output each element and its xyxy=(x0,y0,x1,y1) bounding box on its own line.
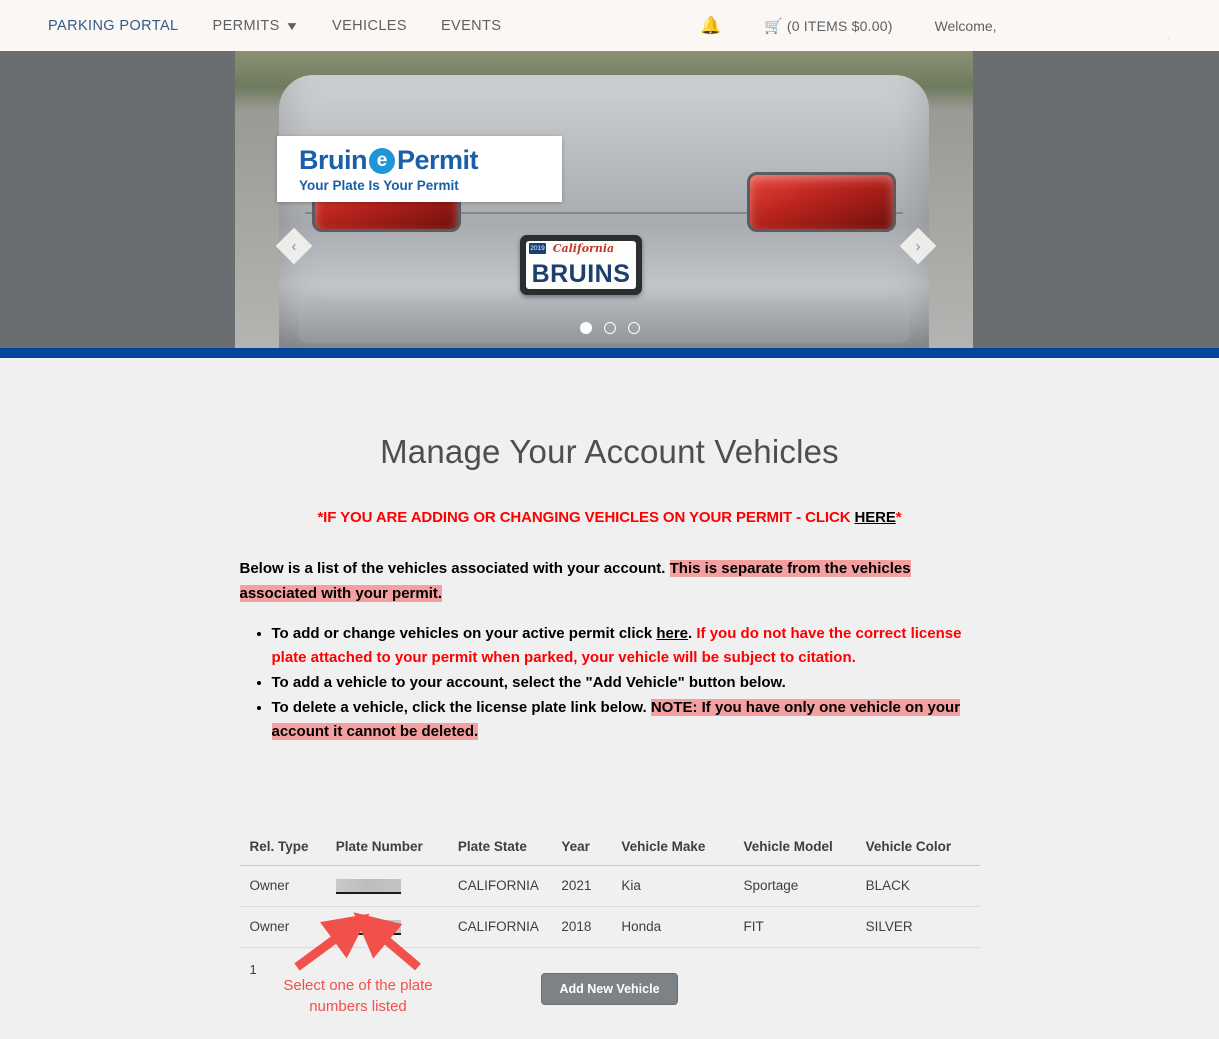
license-plate: 2019 California BRUINS xyxy=(520,235,642,295)
carousel-dot-1[interactable] xyxy=(579,322,592,334)
carousel-dots xyxy=(0,322,1219,334)
cell-vehicle-make: Honda xyxy=(621,906,744,948)
cell-vehicle-model: Sportage xyxy=(743,865,866,907)
main-content: Manage Your Account Vehicles *IF YOU ARE… xyxy=(0,358,1219,977)
chevron-down-icon: ▼ xyxy=(284,18,300,33)
logo-wordmark: Bruin e Permit xyxy=(299,145,562,176)
taillight-right-icon xyxy=(746,171,897,232)
intro-plain-text: Below is a list of the vehicles associat… xyxy=(239,560,670,577)
table-row: Owner CALIFORNIA 2021 Kia Sportage BLACK xyxy=(239,865,980,907)
cell-rel-type: Owner xyxy=(239,865,336,907)
content-column: Manage Your Account Vehicles *IF YOU ARE… xyxy=(239,358,980,977)
list-item: To add or change vehicles on your active… xyxy=(272,622,980,670)
chevron-right-icon: › xyxy=(915,237,921,255)
nav-item-parking-portal[interactable]: PARKING PORTAL xyxy=(48,18,179,34)
car-graphic xyxy=(279,74,929,348)
cart-summary: (0 ITEMS $0.00) xyxy=(786,17,893,34)
list-item: To add a vehicle to your account, select… xyxy=(272,671,980,695)
cell-plate-number[interactable] xyxy=(335,906,458,948)
cell-plate-state: CALIFORNIA xyxy=(457,865,562,907)
nav-item-events[interactable]: EVENTS xyxy=(441,18,501,34)
column-header-vehicle-make[interactable]: Vehicle Make xyxy=(621,831,744,866)
nav-label-vehicles: VEHICLES xyxy=(332,17,407,34)
cell-vehicle-color: SILVER xyxy=(865,906,980,948)
alert-text-before: *IF YOU ARE ADDING OR CHANGING VEHICLES … xyxy=(317,509,855,526)
carousel-next-button[interactable]: › xyxy=(899,227,937,265)
table-header-row: Rel. Type Plate Number Plate State Year … xyxy=(239,831,980,866)
hero-carousel: 2019 California BRUINS Bruin e Permit Yo… xyxy=(0,51,1219,348)
list-item: To delete a vehicle, click the license p… xyxy=(271,696,980,744)
logo-word-bruin: Bruin xyxy=(299,145,368,175)
column-header-vehicle-color[interactable]: Vehicle Color xyxy=(865,831,980,866)
annotation-caption: Select one of the plate numbers listed xyxy=(283,977,433,1015)
primary-navigation: PARKING PORTAL PERMITS ▼ VEHICLES EVENTS xyxy=(0,18,535,34)
alert-here-link[interactable]: HERE xyxy=(855,509,896,526)
logo-tagline: Your Plate Is Your Permit xyxy=(299,178,459,193)
cell-year: 2021 xyxy=(561,865,622,907)
cart-link[interactable]: 🛒 (0 ITEMS $0.00) xyxy=(764,17,892,35)
nav-label-parking-portal: PARKING PORTAL xyxy=(48,17,179,34)
alert-text-after: * xyxy=(895,509,902,526)
nav-label-permits: PERMITS xyxy=(212,17,280,34)
nav-item-vehicles[interactable]: VEHICLES xyxy=(332,18,407,34)
table-body: Owner CALIFORNIA 2021 Kia Sportage BLACK… xyxy=(239,865,980,948)
vehicles-table-container: Rel. Type Plate Number Plate State Year … xyxy=(239,831,980,977)
license-plate-face: 2019 California BRUINS xyxy=(526,241,636,289)
chevron-left-icon: ‹ xyxy=(291,237,297,255)
nav-label-events: EVENTS xyxy=(440,17,502,34)
column-header-vehicle-model[interactable]: Vehicle Model xyxy=(743,831,866,866)
plate-state-label: California xyxy=(552,242,615,255)
bullet-2-text: To add a vehicle to your account, select… xyxy=(271,674,786,691)
instructions-list: To add or change vehicles on your active… xyxy=(250,622,980,744)
cell-year: 2018 xyxy=(561,906,622,948)
car-bumper xyxy=(298,297,910,343)
bullet-3-text-before: To delete a vehicle, click the license p… xyxy=(271,699,651,716)
hero-image: 2019 California BRUINS Bruin e Permit Yo… xyxy=(235,51,973,348)
cell-vehicle-color: BLACK xyxy=(865,865,980,907)
brand-divider-bar xyxy=(0,348,1219,358)
plate-number-text: BRUINS xyxy=(531,260,631,288)
intro-paragraph: Below is a list of the vehicles associat… xyxy=(239,556,980,606)
bullet-1-text-before: To add or change vehicles on your active… xyxy=(271,625,657,642)
cell-plate-number[interactable] xyxy=(335,865,458,907)
header-trailing-dot: . xyxy=(1167,30,1171,42)
welcome-text: Welcome, xyxy=(934,17,997,34)
plate-number-link-redacted[interactable] xyxy=(335,878,401,894)
bullet-1-here-link[interactable]: here xyxy=(656,625,688,642)
column-header-plate-number[interactable]: Plate Number xyxy=(335,831,458,866)
table-head: Rel. Type Plate Number Plate State Year … xyxy=(239,831,980,866)
column-header-plate-state[interactable]: Plate State xyxy=(457,831,562,866)
cell-rel-type: Owner xyxy=(239,906,336,948)
carousel-dot-3[interactable] xyxy=(627,322,640,334)
table-row: Owner CALIFORNIA 2018 Honda FIT SILVER xyxy=(239,906,980,948)
add-new-vehicle-button[interactable]: Add New Vehicle xyxy=(541,973,678,1005)
logo-e-badge-icon: e xyxy=(369,147,395,174)
bell-icon[interactable]: 🔔 xyxy=(700,16,721,36)
permit-change-alert: *IF YOU ARE ADDING OR CHANGING VEHICLES … xyxy=(240,509,980,526)
cell-vehicle-make: Kia xyxy=(621,865,744,907)
header-utilities: 🔔 🛒 (0 ITEMS $0.00) Welcome, xyxy=(700,16,997,36)
column-header-year[interactable]: Year xyxy=(561,831,622,866)
page-stage: PARKING PORTAL PERMITS ▼ VEHICLES EVENTS … xyxy=(0,0,1219,1039)
nav-item-permits[interactable]: PERMITS ▼ xyxy=(212,17,300,34)
add-vehicle-button-row: Add New Vehicle xyxy=(0,973,1219,1005)
carousel-prev-button[interactable]: ‹ xyxy=(275,227,313,265)
plate-number-link-redacted[interactable] xyxy=(335,919,401,935)
logo-word-permit: Permit xyxy=(397,145,479,175)
plate-registration-tag: 2019 xyxy=(529,243,546,254)
page-title: Manage Your Account Vehicles xyxy=(380,433,839,470)
cell-vehicle-model: FIT xyxy=(743,906,866,948)
site-header: PARKING PORTAL PERMITS ▼ VEHICLES EVENTS … xyxy=(0,0,1219,51)
cart-icon: 🛒 xyxy=(764,17,783,35)
column-header-rel-type[interactable]: Rel. Type xyxy=(239,831,336,866)
bruin-epermit-logo: Bruin e Permit Your Plate Is Your Permit xyxy=(277,136,562,202)
vehicles-table: Rel. Type Plate Number Plate State Year … xyxy=(239,831,980,948)
carousel-dot-2[interactable] xyxy=(603,322,616,334)
cell-plate-state: CALIFORNIA xyxy=(457,906,562,948)
